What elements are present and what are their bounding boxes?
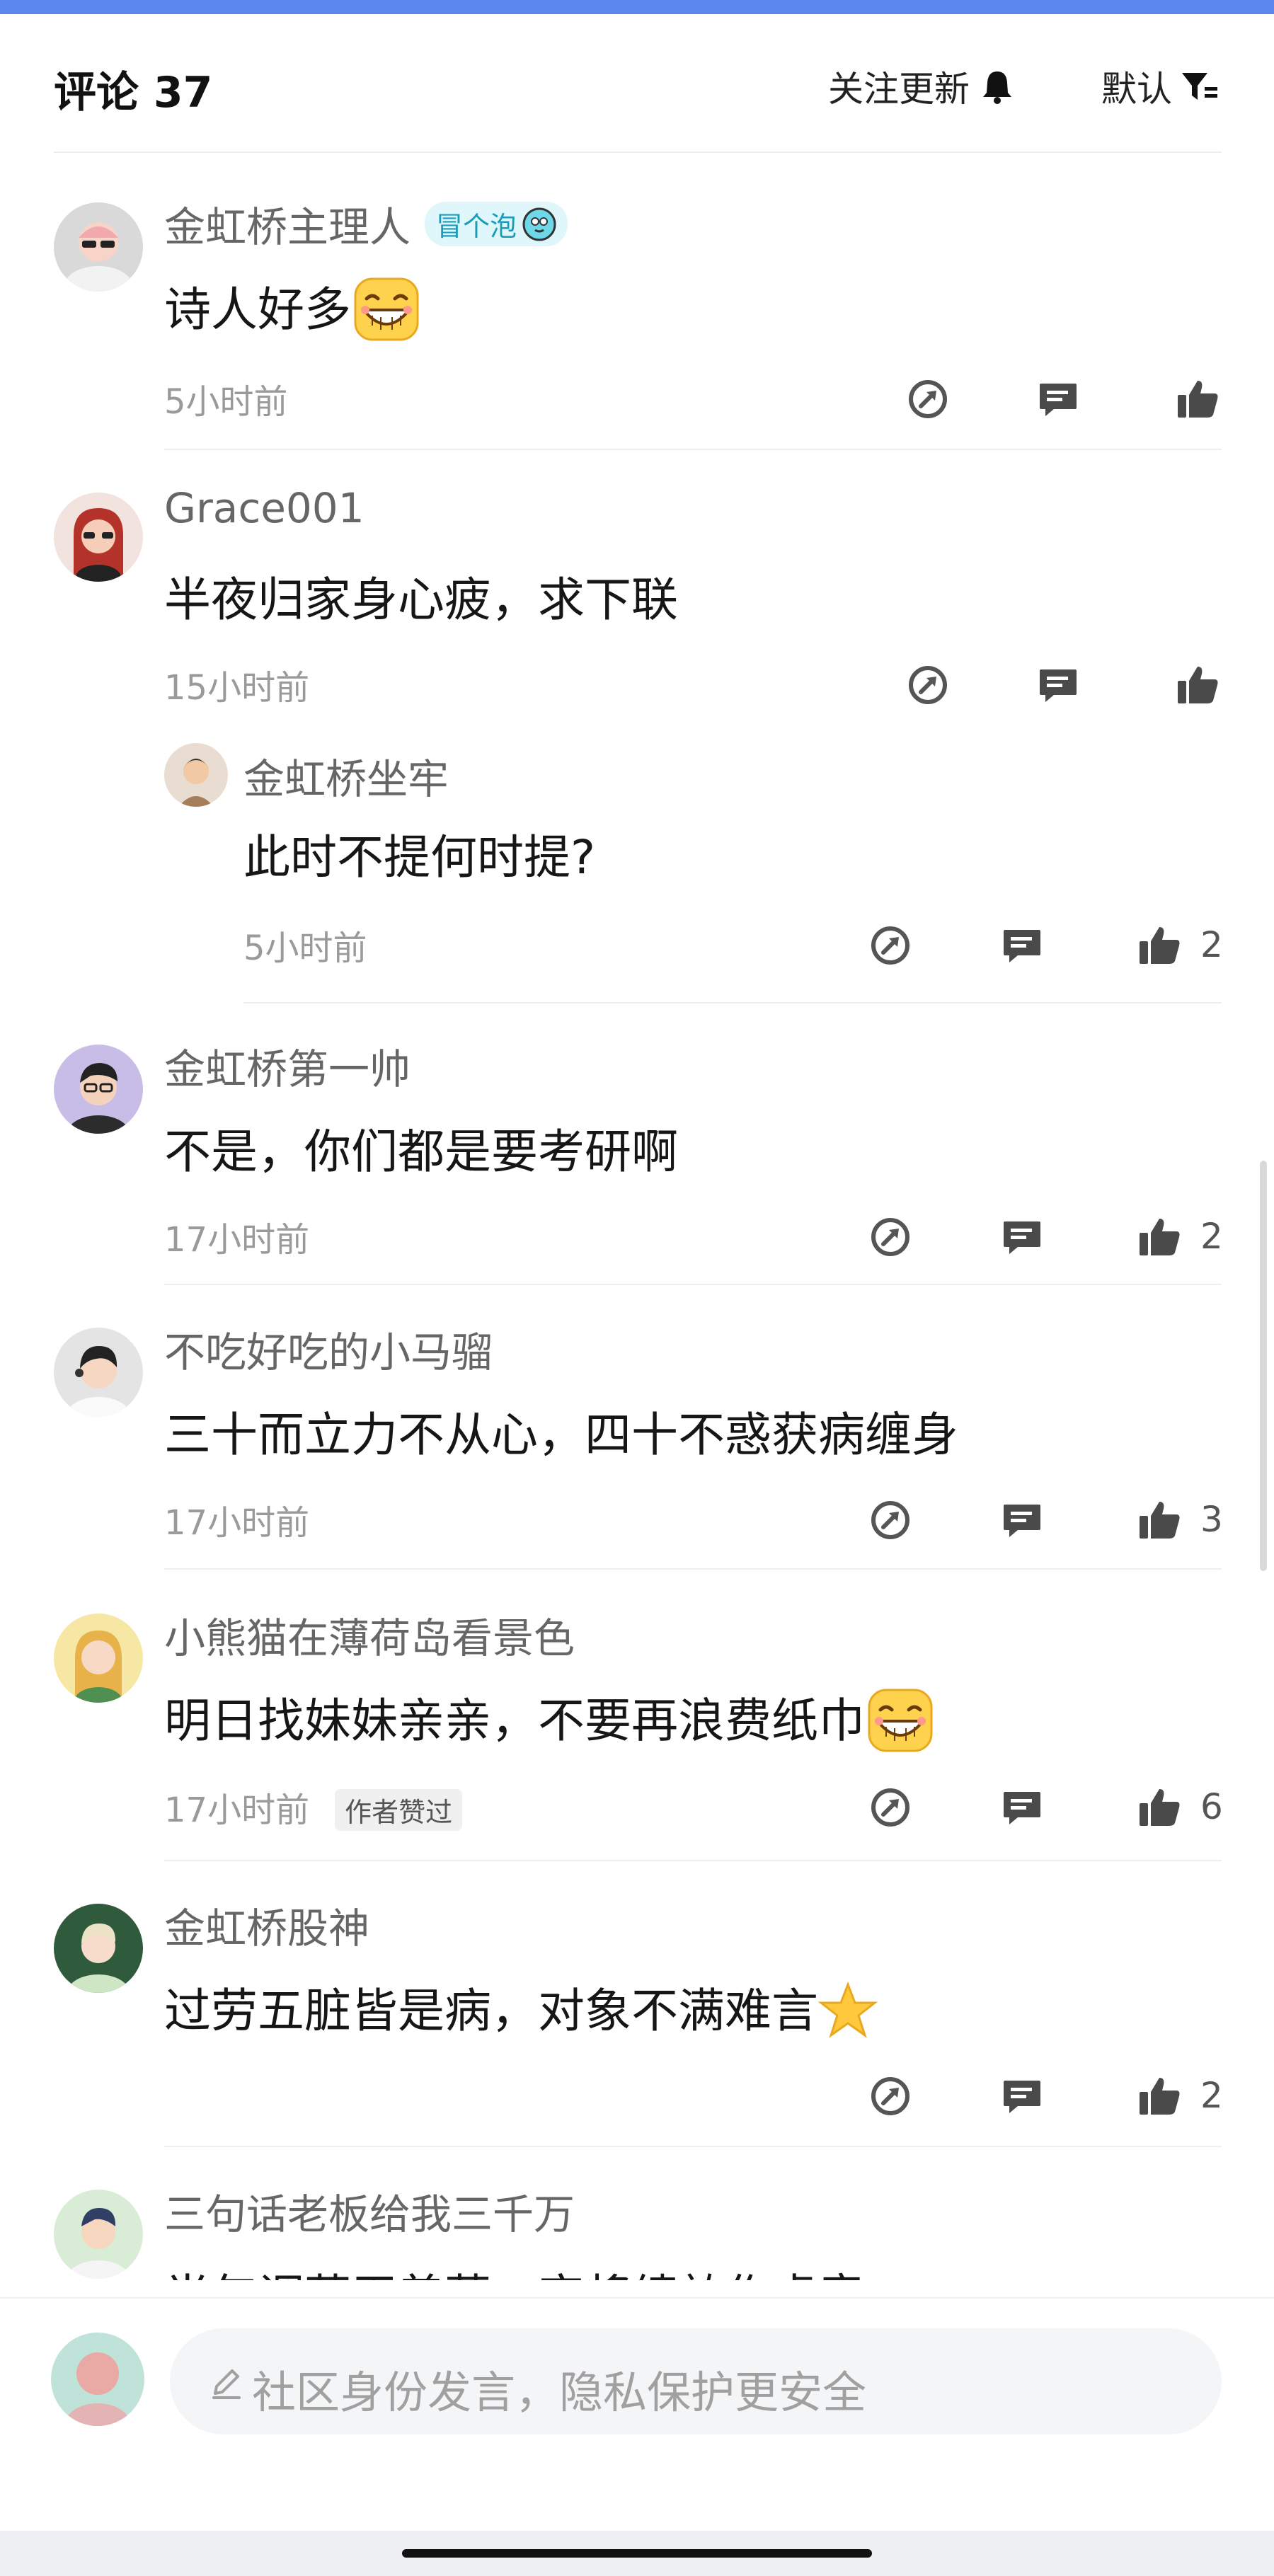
comment-icon[interactable] [999,2074,1045,2119]
avatar[interactable] [54,1328,143,1417]
comment-time: 17小时前 [164,1220,310,1260]
bell-icon [983,71,1011,104]
status-badge[interactable]: 冒个泡 [425,202,568,247]
avatar[interactable] [54,1904,143,1993]
sort-label: 默认 [1101,69,1172,110]
comment-username[interactable]: 金虹桥股神 [164,1895,369,1955]
comment-text: 半年调薪无着落，突将绩效作虚章。 [164,2259,912,2280]
comment-input-placeholder: 社区身份发言，隐私保护更安全 [252,2367,867,2418]
header-divider [54,151,1222,153]
avatar[interactable] [54,493,143,582]
share-icon[interactable] [868,1497,913,1543]
bubble-emoji-icon [522,207,556,241]
grin-emoji-icon [351,273,422,344]
comment-time: 17小时前 [164,1503,310,1543]
comment-icon[interactable] [999,1785,1045,1830]
like-count: 2 [1200,924,1223,965]
comment-text: 不是，你们都是要考研啊 [164,1125,678,1179]
grin-emoji-icon [865,1684,936,1755]
comment-text: 诗人好多 [164,272,422,348]
share-icon[interactable] [868,1214,913,1260]
divider [164,1568,1222,1570]
reply-username[interactable]: 金虹桥坐牢 [243,746,449,805]
comment-text: 过劳五脏皆是病，对象不满难言 [164,1973,878,2044]
comment-list[interactable]: 金虹桥主理人 冒个泡 诗人好多 5小时前 Grace001 半夜归家身心疲，求下联… [0,160,1274,2280]
comment-item: 金虹桥第一帅 不是，你们都是要考研啊 17小时前 2 [0,1002,1274,1285]
thumbs-up-icon[interactable] [1137,923,1182,968]
comment-item: 小熊猫在薄荷岛看景色 明日找妹妹亲亲，不要再浪费纸巾 17小时前 作者赞过 6 [0,1571,1274,1861]
comment-item: 金虹桥主理人 冒个泡 诗人好多 5小时前 [0,160,1274,450]
follow-updates-label: 关注更新 [828,69,970,110]
thumbs-up-icon[interactable] [1175,376,1220,422]
top-accent-bar [0,0,1274,14]
filter-icon [1182,73,1217,100]
comment-icon[interactable] [1035,376,1081,422]
sort-button[interactable]: 默认 [1101,61,1219,112]
comment-icon[interactable] [999,1497,1045,1543]
thumbs-up-icon[interactable] [1137,1497,1182,1543]
follow-updates-button[interactable]: 关注更新 [828,61,1014,112]
comment-time: 15小时前 [164,668,310,708]
share-icon[interactable] [868,1785,913,1830]
avatar[interactable] [51,2333,144,2426]
comment-time: 17小时前 作者赞过 [164,1782,463,1834]
comment-username[interactable]: Grace001 [164,484,365,532]
like-count: 2 [1200,1216,1223,1257]
comments-count-title: 评论 37 [54,68,213,117]
like-count: 3 [1200,1499,1223,1540]
thumbs-up-icon[interactable] [1137,2074,1182,2119]
comment-icon[interactable] [999,923,1045,968]
comment-text: 半夜归家身心疲，求下联 [164,573,678,627]
reply-avatar[interactable] [164,743,228,807]
comment-input[interactable]: 社区身份发言，隐私保护更安全 [170,2328,1222,2434]
comment-item: 金虹桥股神 过劳五脏皆是病，对象不满难言 2 [0,1861,1274,2147]
comment-icon[interactable] [999,1214,1045,1260]
comment-username[interactable]: 小熊猫在薄荷岛看景色 [164,1605,575,1664]
comment-text: 三十而立力不从心，四十不惑获病缠身 [164,1408,958,1462]
avatar[interactable] [54,202,143,292]
comment-item: 不吃好吃的小马骝 三十而立力不从心，四十不惑获病缠身 17小时前 3 [0,1285,1274,1571]
star-emoji-icon [818,1981,878,2038]
comment-username[interactable]: 金虹桥第一帅 [164,1036,411,1096]
compose-bar: 社区身份发言，隐私保护更安全 [0,2297,1274,2532]
thumbs-up-icon[interactable] [1137,1785,1182,1830]
share-icon[interactable] [905,662,951,708]
scrollbar[interactable] [1260,1161,1267,1571]
comment-item: 三句话老板给我三千万 半年调薪无着落，突将绩效作虚章。 [0,2147,1274,2280]
comments-header: 评论 37 关注更新 默认 [0,14,1274,153]
avatar[interactable] [54,1614,143,1703]
home-indicator[interactable] [402,2549,872,2558]
comment-username[interactable]: 不吃好吃的小马骝 [164,1319,493,1379]
pen-icon [212,2369,241,2399]
share-icon[interactable] [868,2074,913,2119]
comment-icon[interactable] [1035,662,1081,708]
avatar[interactable] [54,1045,143,1134]
like-count: 6 [1200,1786,1223,1827]
author-liked-tag: 作者赞过 [335,1788,463,1831]
like-count: 2 [1200,2075,1223,2116]
share-icon[interactable] [905,376,951,422]
comment-username[interactable]: 金虹桥主理人 冒个泡 [164,194,568,253]
reply-text: 此时不提何时提? [243,830,596,885]
thumbs-up-icon[interactable] [1137,1214,1182,1260]
comment-time: 5小时前 [164,382,288,422]
comment-text: 明日找妹妹亲亲，不要再浪费纸巾 [164,1683,936,1759]
share-icon[interactable] [868,923,913,968]
comment-username[interactable]: 三句话老板给我三千万 [164,2181,575,2241]
comment-item: Grace001 半夜归家身心疲，求下联 15小时前 金虹桥坐牢 此时不提何时提… [0,450,1274,1009]
avatar[interactable] [54,2190,143,2279]
reply-time: 5小时前 [243,928,367,968]
thumbs-up-icon[interactable] [1175,662,1220,708]
